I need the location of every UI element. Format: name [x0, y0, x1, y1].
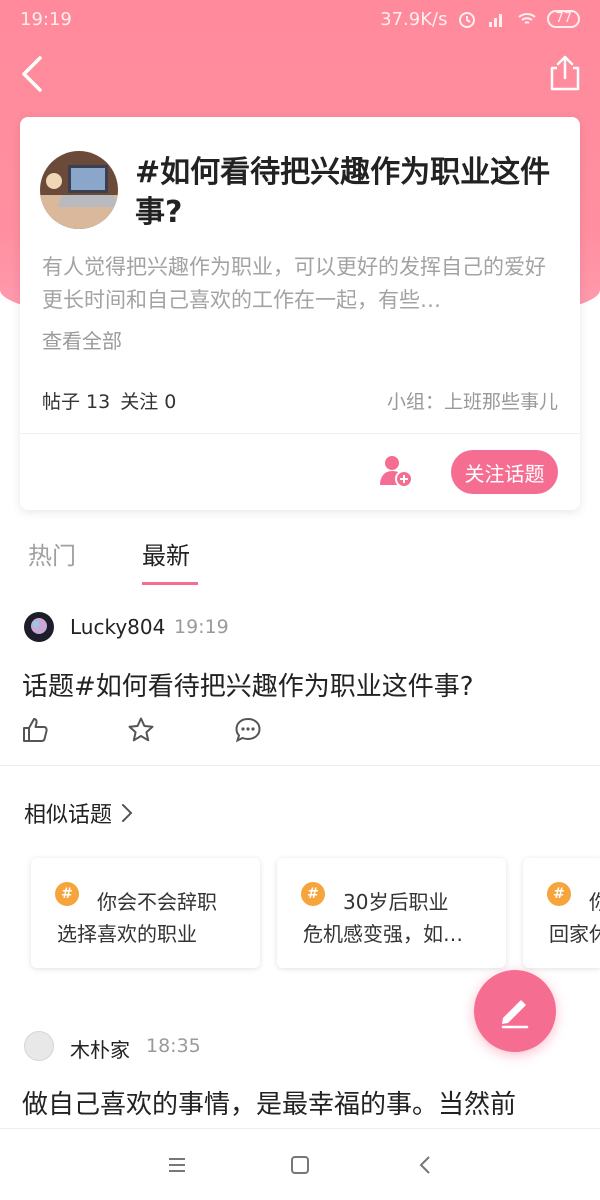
- topic-title: #如何看待把兴趣作为职业这件事?: [135, 155, 551, 230]
- chevron-right-icon: [122, 804, 133, 822]
- compose-button[interactable]: [474, 970, 556, 1052]
- nav-back-icon[interactable]: [414, 1153, 438, 1177]
- post-text[interactable]: 话题#如何看待把兴趣作为职业这件事?: [22, 666, 474, 703]
- edit-icon: [501, 1000, 529, 1029]
- tab-bar: 热门 最新: [0, 536, 600, 590]
- follow-topic-button[interactable]: 关注话题: [451, 450, 558, 494]
- network-speed: 37.9K/s: [380, 8, 448, 30]
- similar-topics-header[interactable]: 相似话题: [24, 797, 134, 829]
- similar-topics-title: 相似话题: [24, 803, 113, 828]
- avatar[interactable]: [24, 1031, 54, 1061]
- battery-indicator: 77: [547, 10, 580, 28]
- user-avatar-icon: [24, 612, 54, 642]
- laptop-image-icon: [40, 151, 118, 229]
- post-time: 19:19: [174, 616, 229, 638]
- see-all-link[interactable]: 查看全部: [42, 325, 122, 354]
- similar-topic-card[interactable]: # 30岁后职业 危机感变强，如…: [277, 858, 506, 968]
- share-icon[interactable]: [548, 54, 582, 92]
- avatar[interactable]: [24, 612, 54, 642]
- signal-icon: [489, 14, 503, 27]
- similar-topic-card[interactable]: # 你 回家休: [523, 858, 600, 968]
- tab-hot[interactable]: 热门: [28, 536, 76, 571]
- hash-icon: #: [301, 882, 325, 906]
- similar-topic-line1: 你会不会辞职: [97, 890, 217, 914]
- status-bar: 19:19 37.9K/s 77: [0, 0, 600, 38]
- like-icon[interactable]: [21, 716, 49, 744]
- section-divider: [0, 765, 600, 766]
- similar-topic-line2: 回家休: [549, 922, 600, 946]
- home-icon[interactable]: [288, 1153, 312, 1177]
- person-add-icon[interactable]: [378, 453, 414, 489]
- status-indicators: 37.9K/s 77: [380, 9, 580, 30]
- back-icon[interactable]: [18, 54, 48, 94]
- wifi-icon: [518, 13, 537, 24]
- post-text[interactable]: 做自己喜欢的事情，是最幸福的事。当然前: [22, 1084, 600, 1121]
- posts-count: 帖子 13: [42, 391, 111, 413]
- topic-description: 有人觉得把兴趣作为职业，可以更好的发挥自己的爱好更长时间和自己喜欢的工作在一起，…: [42, 255, 546, 312]
- post-time: 18:35: [146, 1035, 201, 1057]
- alarm-icon: [459, 12, 476, 28]
- group-link[interactable]: 小组：上班那些事儿: [387, 387, 558, 414]
- post-username[interactable]: Lucky804: [70, 615, 165, 639]
- similar-topic-line2: 选择喜欢的职业: [57, 922, 197, 946]
- hash-icon: #: [55, 882, 79, 906]
- similar-topic-card[interactable]: # 你会不会辞职 选择喜欢的职业: [31, 858, 260, 968]
- status-time: 19:19: [20, 8, 72, 30]
- tab-active-indicator: [142, 582, 198, 585]
- card-divider: [20, 433, 580, 434]
- system-navigation-bar: [0, 1128, 600, 1200]
- similar-topic-line1: 你: [589, 890, 600, 914]
- star-icon[interactable]: [127, 716, 155, 744]
- hash-icon: #: [547, 882, 571, 906]
- tab-latest[interactable]: 最新: [142, 536, 190, 571]
- comment-icon[interactable]: [234, 716, 262, 744]
- similar-topic-line2: 危机感变强，如…: [303, 922, 463, 946]
- topic-stats: 帖子 13 关注 0: [42, 387, 176, 414]
- post-username[interactable]: 木朴家: [70, 1034, 130, 1063]
- topic-avatar: [40, 151, 118, 229]
- menu-icon[interactable]: [165, 1153, 189, 1177]
- similar-topic-line1: 30岁后职业: [343, 890, 449, 914]
- topic-card: #如何看待把兴趣作为职业这件事? 有人觉得把兴趣作为职业，可以更好的发挥自己的爱…: [20, 117, 580, 510]
- follows-count: 关注 0: [120, 391, 177, 413]
